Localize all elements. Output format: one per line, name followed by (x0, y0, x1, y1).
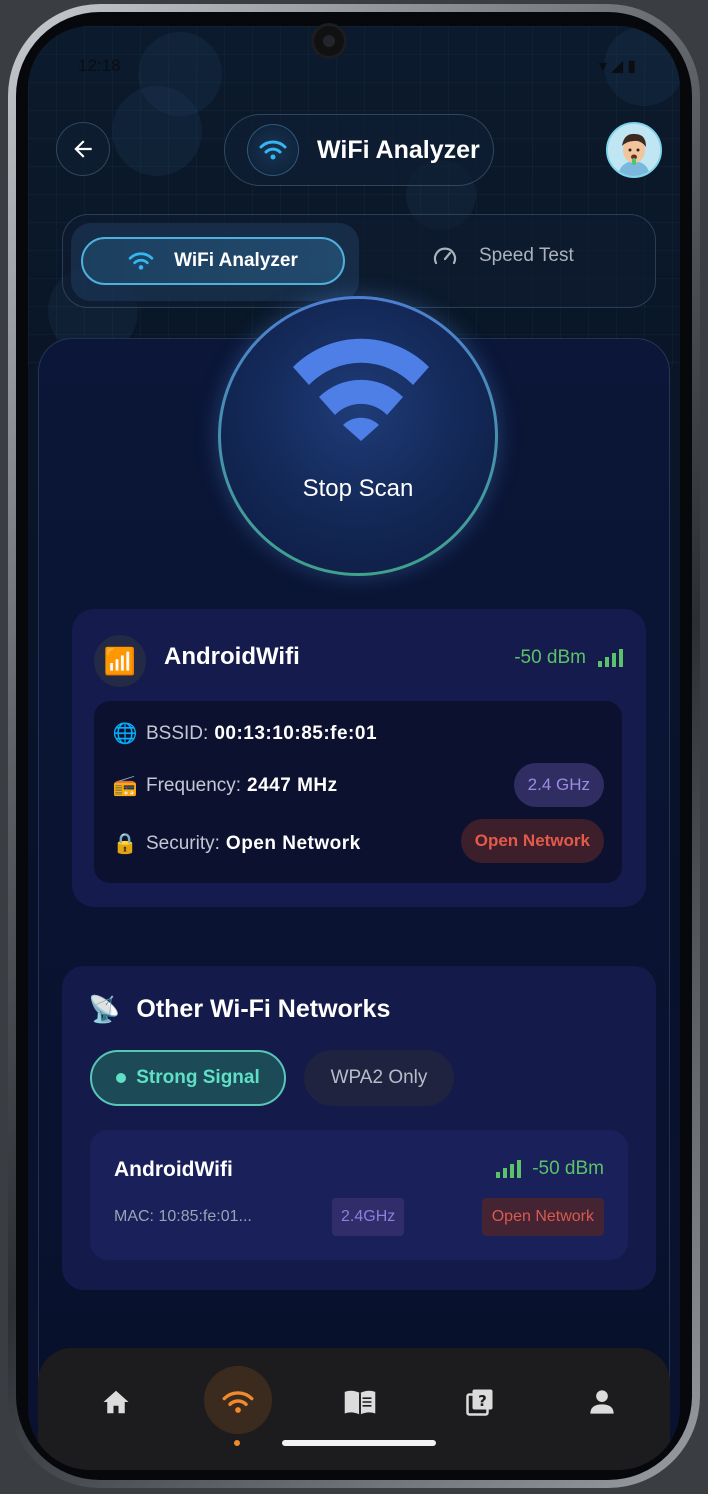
nav-home[interactable] (88, 1374, 144, 1430)
network-details-panel: 🌐 BSSID: 00:13:10:85:fe:01 📻 Frequency: … (94, 701, 622, 883)
active-dot-icon (116, 1073, 127, 1083)
wifi-icon (293, 338, 429, 441)
nav-guide[interactable] (332, 1374, 388, 1430)
globe-icon: 🌐 (112, 723, 138, 745)
nav-wifi-analyzer[interactable] (210, 1374, 266, 1430)
security-value: Open Network (225, 832, 361, 854)
page-title: WiFi Analyzer (317, 135, 480, 164)
tab-active-container: WiFi Analyzer (71, 223, 359, 301)
satellite-icon: 📡 (88, 994, 121, 1024)
nav-profile[interactable] (574, 1374, 630, 1430)
tab-wifi-analyzer[interactable]: WiFi Analyzer (81, 237, 345, 285)
network-item-security: Open Network (481, 1198, 604, 1236)
app-title-pill: WiFi Analyzer (224, 114, 494, 186)
title-wifi-icon (247, 124, 299, 176)
user-avatar[interactable] (606, 122, 662, 178)
user-avatar-icon (608, 124, 660, 176)
svg-text:?: ? (478, 1392, 487, 1410)
band-badge: 2.4 GHz (513, 763, 604, 807)
tab-label: WiFi Analyzer (174, 250, 298, 271)
status-bar: 12:18 ▾◢▮ (78, 56, 640, 80)
person-icon (590, 1390, 614, 1414)
stop-scan-label: Stop Scan (302, 475, 414, 502)
signal-bars-icon (598, 649, 623, 667)
frequency-label: Frequency: (146, 774, 242, 796)
filter-wpa2-only[interactable]: WPA2 Only (304, 1050, 454, 1106)
other-networks-card: 📡 Other Wi-Fi Networks Strong Signal WPA… (62, 966, 656, 1290)
signal-strength: -50 dBm (514, 647, 624, 669)
bottom-navigation: ? (38, 1348, 670, 1470)
security-row: 🔒 Security: Open Network (112, 831, 361, 856)
back-button[interactable] (56, 122, 110, 176)
radio-icon: 📻 (112, 775, 138, 797)
home-indicator[interactable] (282, 1440, 436, 1446)
front-camera (314, 26, 344, 56)
background-bokeh (112, 86, 202, 176)
network-item-band: 2.4GHz (332, 1198, 405, 1236)
tab-bar: WiFi Analyzer Speed Test (62, 214, 656, 308)
nav-quiz[interactable]: ? (452, 1374, 508, 1430)
network-item-name: AndroidWifi (114, 1158, 233, 1181)
status-time: 12:18 (78, 56, 121, 75)
frequency-row: 📻 Frequency: 2447 MHz (112, 773, 338, 798)
connected-network-card: 📶 AndroidWifi -50 dBm 🌐 BSSID: 00:13:10:… (72, 609, 646, 907)
quiz-icon: ? (466, 1389, 493, 1416)
bssid-row: 🌐 BSSID: 00:13:10:85:fe:01 (112, 721, 377, 746)
lock-icon: 🔒 (112, 833, 138, 855)
network-list-item[interactable]: AndroidWifi -50 dBm MAC: 10:85:fe:01... … (90, 1130, 628, 1260)
tab-speed-test[interactable]: Speed Test (433, 245, 574, 267)
bssid-label: BSSID: (146, 722, 209, 744)
home-icon (103, 1390, 129, 1414)
speedometer-icon (433, 247, 457, 265)
network-name: AndroidWifi (164, 643, 300, 670)
arrow-left-icon (74, 140, 92, 158)
network-item-signal: -50 dBm (496, 1158, 604, 1180)
other-networks-title: Other Wi-Fi Networks (136, 995, 391, 1023)
tab-label: Speed Test (479, 245, 574, 266)
signal-bars-icon (496, 1160, 522, 1178)
stop-scan-button[interactable]: Stop Scan (218, 296, 498, 576)
frequency-value: 2447 MHz (247, 774, 338, 796)
signal-bars-emoji-icon: 📶 (94, 635, 146, 687)
filter-label: Strong Signal (136, 1067, 260, 1088)
filter-strong-signal[interactable]: Strong Signal (90, 1050, 286, 1106)
network-item-mac: MAC: 10:85:fe:01... (114, 1208, 252, 1225)
bssid-value: 00:13:10:85:fe:01 (214, 722, 378, 744)
book-icon (344, 1390, 376, 1415)
wifi-icon (128, 252, 154, 270)
other-networks-heading: 📡 Other Wi-Fi Networks (88, 994, 390, 1025)
security-label: Security: (146, 832, 220, 854)
app-screen: 12:18 ▾◢▮ WiFi Analyzer WiFi Analyzer Sp… (28, 26, 680, 1470)
nav-active-dot (234, 1440, 240, 1446)
security-badge: Open Network (460, 819, 604, 863)
status-icons: ▾◢▮ (598, 58, 640, 75)
filter-label: WPA2 Only (330, 1067, 428, 1088)
wifi-icon (222, 1391, 254, 1413)
